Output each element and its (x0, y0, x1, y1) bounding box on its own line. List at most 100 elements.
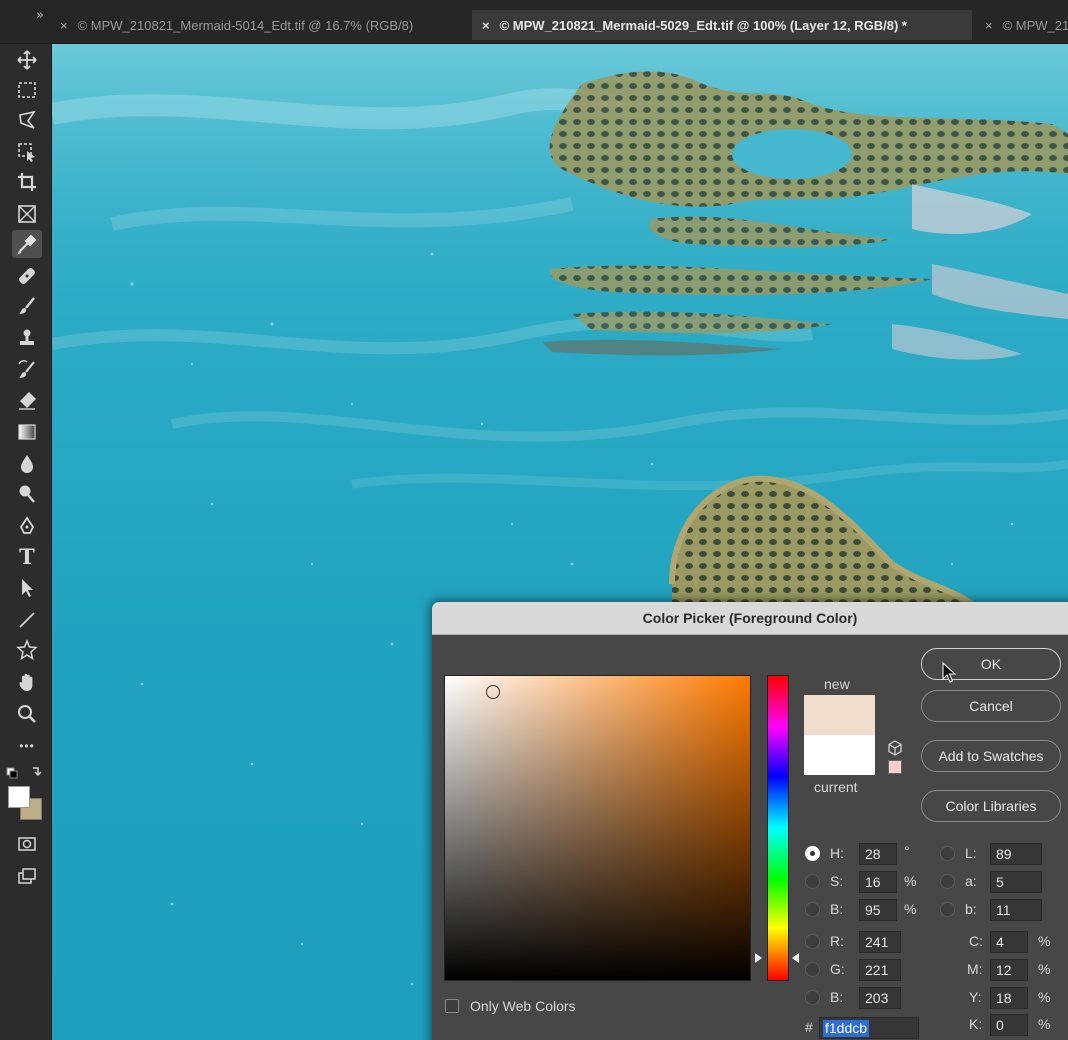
frame-tool-icon[interactable] (12, 200, 42, 228)
hue-label: H: (830, 845, 844, 861)
document-tab-third[interactable]: × © MPW_21 (975, 10, 1068, 40)
magenta-input[interactable]: 12 (990, 959, 1028, 981)
hue-radio[interactable] (805, 846, 820, 861)
type-tool-glyph: T (19, 543, 35, 569)
object-selection-tool-icon[interactable] (12, 138, 42, 166)
lab-b-input[interactable]: 11 (990, 899, 1042, 921)
cyan-unit: % (1038, 933, 1051, 949)
red-input[interactable]: 241 (859, 931, 901, 953)
photoshop-window: » × © MPW_210821_Mermaid-5014_Edt.tif @ … (0, 0, 1068, 1040)
color-libraries-button[interactable]: Color Libraries (921, 790, 1061, 822)
lab-a-radio[interactable] (940, 874, 955, 889)
panel-collapse-icon[interactable]: » (36, 8, 44, 23)
saturation-label: S: (830, 873, 844, 889)
tab-title: © MPW_21 (1002, 17, 1068, 33)
hue-input[interactable]: 28 (859, 843, 897, 865)
red-radio[interactable] (805, 934, 820, 949)
lightness-input[interactable]: 89 (990, 843, 1042, 865)
hue-unit: ° (904, 843, 910, 859)
color-picker-dialog: Color Picker (Foreground Color) new curr… (432, 602, 1068, 1040)
screen-mode-icon[interactable] (12, 862, 42, 890)
only-web-colors-checkbox[interactable] (445, 999, 459, 1013)
hex-value: f1ddcb (823, 1020, 870, 1037)
eraser-tool-icon[interactable] (12, 386, 42, 414)
green-input[interactable]: 221 (859, 959, 901, 981)
dodge-tool-icon[interactable] (12, 480, 42, 508)
current-color-label: current (814, 779, 858, 795)
brightness-radio[interactable] (805, 902, 820, 917)
brightness-unit: % (904, 901, 917, 917)
close-tab-icon[interactable]: × (60, 18, 68, 33)
cancel-button[interactable]: Cancel (921, 690, 1061, 722)
move-tool-icon[interactable] (12, 46, 42, 74)
green-label: G: (830, 961, 845, 977)
lab-a-label: a: (965, 873, 977, 889)
foreground-color-swatch[interactable] (8, 786, 30, 808)
more-tools-glyph: ••• (19, 739, 35, 753)
brightness-input[interactable]: 95 (859, 899, 897, 921)
history-brush-tool-icon[interactable] (12, 356, 42, 384)
more-tools-icon[interactable]: ••• (12, 732, 42, 760)
brush-tool-icon[interactable] (12, 292, 42, 320)
tab-title: © MPW_210821_Mermaid-5014_Edt.tif @ 16.7… (77, 17, 414, 33)
dialog-titlebar[interactable]: Color Picker (Foreground Color) (432, 602, 1068, 635)
yellow-unit: % (1038, 989, 1051, 1005)
document-tab-bar: » × © MPW_210821_Mermaid-5014_Edt.tif @ … (0, 0, 1068, 44)
gradient-tool-icon[interactable] (12, 418, 42, 446)
saturation-radio[interactable] (805, 874, 820, 889)
blue-radio[interactable] (805, 990, 820, 1005)
mouse-pointer-icon (942, 662, 957, 683)
saturation-brightness-field[interactable] (444, 675, 751, 981)
close-tab-icon[interactable]: × (985, 18, 993, 33)
clone-stamp-tool-icon[interactable] (12, 324, 42, 352)
line-tool-icon[interactable] (12, 606, 42, 634)
hue-slider[interactable] (767, 675, 789, 981)
only-web-colors-label: Only Web Colors (470, 998, 576, 1014)
yellow-label: Y: (969, 989, 982, 1005)
marquee-tool-icon[interactable] (12, 76, 42, 104)
path-selection-tool-icon[interactable] (12, 574, 42, 602)
quick-mask-icon[interactable] (12, 830, 42, 858)
blue-label: B: (830, 989, 844, 1005)
pen-tool-icon[interactable] (12, 512, 42, 540)
blur-tool-icon[interactable] (12, 450, 42, 478)
document-tab-5014[interactable]: × © MPW_210821_Mermaid-5014_Edt.tif @ 16… (50, 10, 470, 40)
web-safe-color-swatch[interactable] (888, 760, 902, 774)
saturation-unit: % (904, 873, 917, 889)
default-colors-icon[interactable] (4, 762, 44, 782)
current-color-swatch[interactable] (804, 735, 875, 775)
custom-shape-tool-icon[interactable] (12, 636, 42, 664)
blue-input[interactable]: 203 (859, 987, 901, 1009)
hand-tool-icon[interactable] (12, 668, 42, 696)
color-field-cursor[interactable] (486, 685, 500, 699)
magenta-unit: % (1038, 961, 1051, 977)
lasso-tool-icon[interactable] (12, 106, 42, 134)
yellow-input[interactable]: 18 (990, 987, 1028, 1009)
hue-slider-left-arrow-icon[interactable] (755, 953, 762, 963)
saturation-input[interactable]: 16 (859, 871, 897, 893)
hue-slider-right-arrow-icon[interactable] (792, 953, 799, 963)
zoom-tool-icon[interactable] (12, 700, 42, 728)
cyan-input[interactable]: 4 (990, 931, 1028, 953)
lab-a-input[interactable]: 5 (990, 871, 1042, 893)
lab-b-radio[interactable] (940, 902, 955, 917)
hex-input[interactable]: f1ddcb (819, 1017, 919, 1039)
cyan-label: C: (969, 933, 983, 949)
eyedropper-tool-icon[interactable] (12, 230, 42, 258)
add-to-swatches-button[interactable]: Add to Swatches (921, 740, 1061, 772)
lightness-radio[interactable] (940, 846, 955, 861)
hex-label: # (805, 1019, 813, 1035)
type-tool-icon[interactable]: T (12, 542, 42, 570)
black-input[interactable]: 0 (990, 1014, 1028, 1036)
healing-brush-tool-icon[interactable] (12, 262, 42, 290)
brightness-label: B: (830, 901, 844, 917)
green-radio[interactable] (805, 962, 820, 977)
new-color-label: new (824, 676, 850, 692)
close-tab-icon[interactable]: × (482, 18, 490, 33)
web-safe-cube-icon[interactable] (887, 740, 903, 756)
tab-title: © MPW_210821_Mermaid-5029_Edt.tif @ 100%… (499, 17, 907, 33)
document-tab-5029[interactable]: × © MPW_210821_Mermaid-5029_Edt.tif @ 10… (472, 10, 972, 40)
lightness-label: L: (965, 845, 977, 861)
crop-tool-icon[interactable] (12, 168, 42, 196)
magenta-label: M: (967, 961, 983, 977)
